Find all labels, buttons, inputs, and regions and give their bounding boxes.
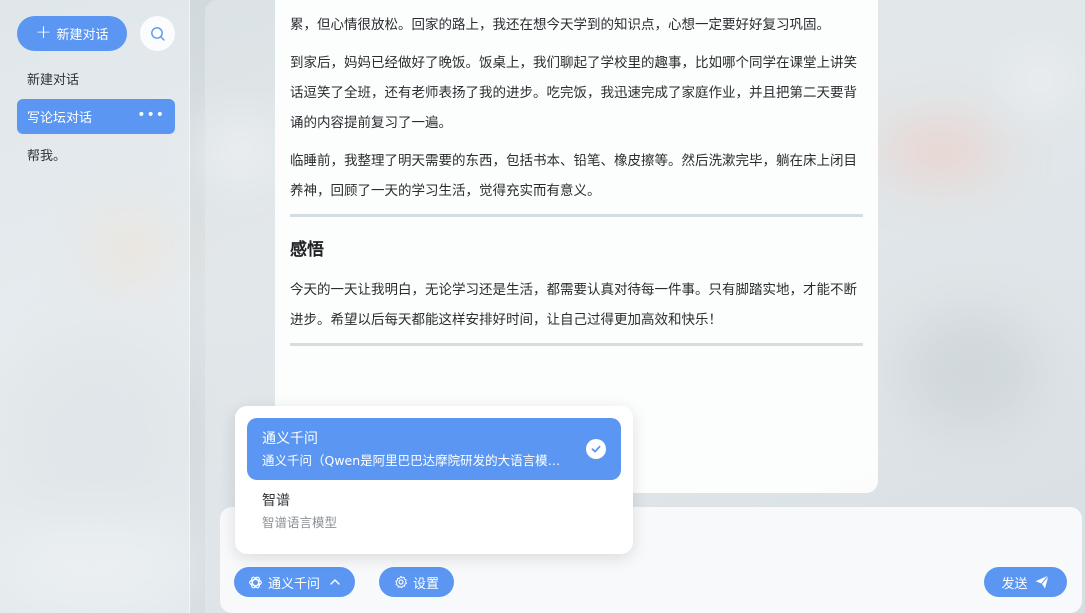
search-button[interactable] [140, 16, 175, 51]
new-chat-button[interactable]: + 新建对话 [17, 16, 127, 51]
plus-icon: + [35, 21, 52, 43]
settings-button[interactable]: 设置 [379, 567, 454, 597]
search-icon [150, 26, 165, 41]
model-option-desc: 通义千问（Qwen是阿里巴巴达摩院研发的大语言模型） [262, 453, 572, 468]
more-icon[interactable]: ••• [137, 108, 165, 122]
conversation-label: 新建对话 [27, 73, 80, 88]
conversation-item-active[interactable]: 写论坛对话 ••• [17, 99, 175, 134]
model-select-label: 通义千问 [267, 576, 320, 592]
conversation-label: 帮我。 [27, 149, 67, 164]
model-select-button[interactable]: 通义千问 [234, 567, 355, 597]
conversation-item[interactable]: 新建对话 [17, 61, 175, 96]
send-label: 发送 [1001, 576, 1028, 592]
model-option-name: 通义千问 [262, 431, 318, 447]
settings-label: 设置 [412, 576, 439, 592]
model-option-zhipu[interactable]: 智谱 智谱语言模型 [247, 480, 621, 542]
divider [290, 214, 863, 217]
section-heading: 感悟 [290, 240, 324, 260]
message-paragraph: 到家后，妈妈已经做好了晚饭。饭桌上，我们聊起了学校里的趣事，比如哪个同学在课堂上… [290, 55, 857, 131]
openai-logo-icon [249, 576, 262, 588]
model-option-qwen[interactable]: 通义千问 通义千问（Qwen是阿里巴巴达摩院研发的大语言模型） [247, 418, 621, 480]
model-option-desc: 智谱语言模型 [262, 515, 338, 530]
section-paragraph: 今天的一天让我明白，无论学习还是生活，都需要认真对待每一件事。只有脚踏实地，才能… [290, 282, 857, 328]
message-paragraph: 临睡前，我整理了明天需要的东西，包括书本、铅笔、橡皮擦等。然后洗漱完毕，躺在床上… [290, 153, 857, 199]
conversation-label: 写论坛对话 [27, 111, 93, 126]
chevron-up-icon [330, 579, 340, 585]
sidebar: + 新建对话 新建对话 写论坛对话 ••• 帮我。 [0, 0, 190, 613]
conversation-item[interactable]: 帮我。 [17, 137, 175, 172]
send-icon [1035, 575, 1049, 589]
gear-icon [395, 575, 407, 589]
check-icon [586, 439, 606, 459]
model-option-name: 智谱 [262, 493, 290, 509]
send-button[interactable]: 发送 [984, 567, 1067, 597]
divider [290, 343, 863, 346]
model-dropdown: 通义千问 通义千问（Qwen是阿里巴巴达摩院研发的大语言模型） 智谱 智谱语言模… [235, 406, 633, 554]
new-chat-label: 新建对话 [56, 28, 109, 43]
message-paragraph: 累，但心情很放松。回家的路上，我还在想今天学到的知识点，心想一定要好好复习巩固。 [290, 17, 830, 33]
